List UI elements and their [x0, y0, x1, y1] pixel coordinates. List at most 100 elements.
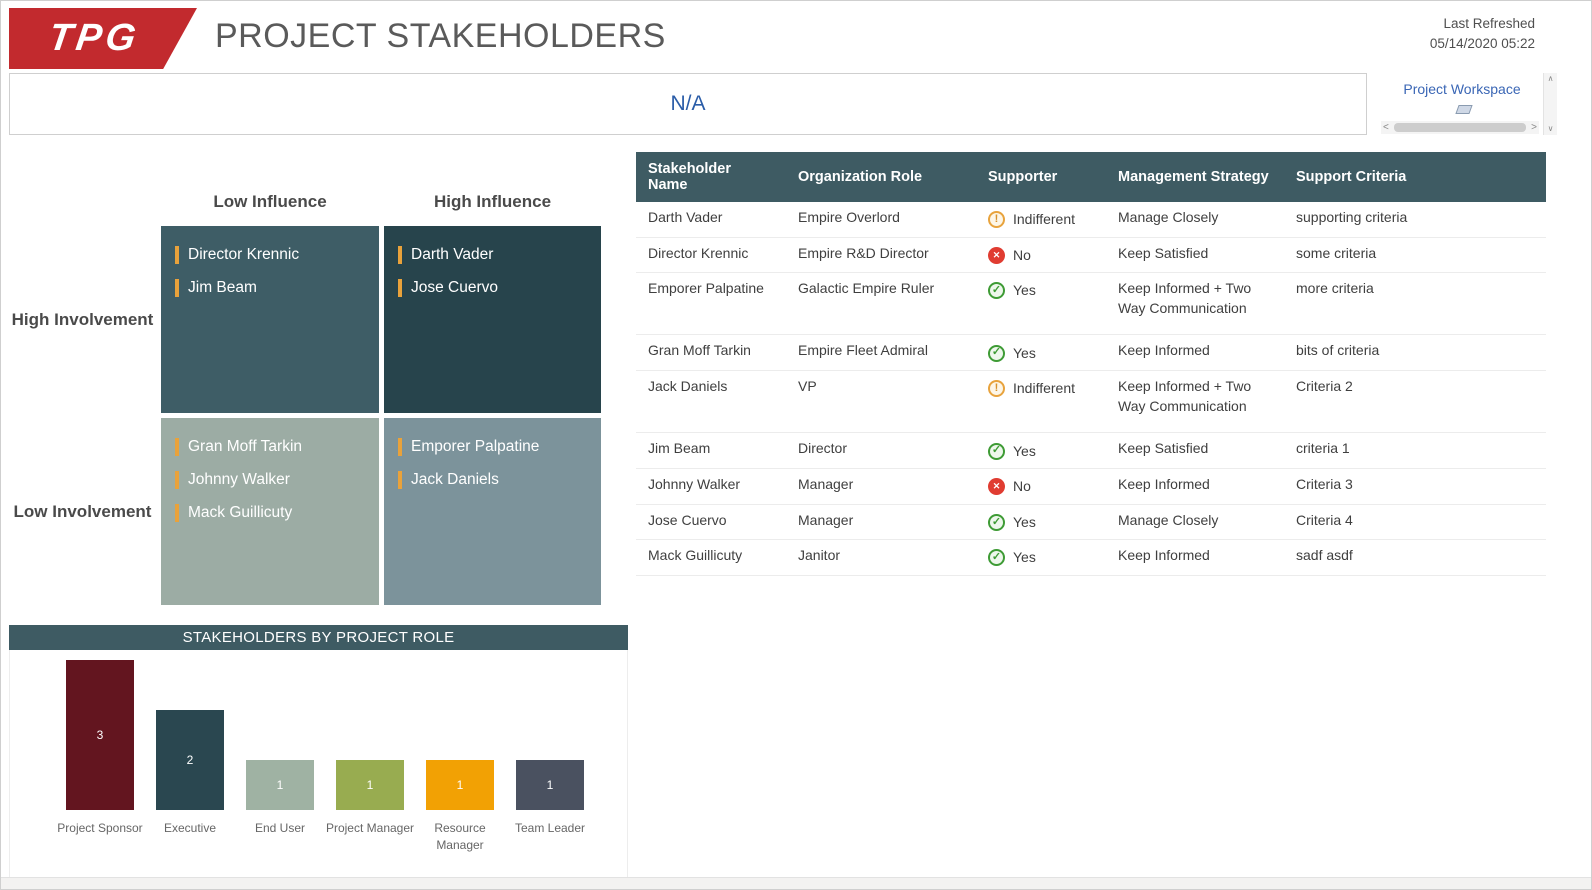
bar-resource-manager[interactable]: 1 [426, 760, 494, 810]
column-header-low-influence: Low Influence [213, 192, 327, 212]
bar-category-label: Project Manager [325, 821, 415, 835]
matrix-item[interactable]: Darth Vader [398, 238, 601, 271]
table-row[interactable]: Jack Daniels VP Indifferent Keep Informe… [636, 370, 1546, 434]
cell-management-strategy: Keep Informed + Two Way Communication [1106, 370, 1284, 434]
cell-stakeholder-name: Jose Cuervo [636, 504, 786, 541]
bar-category-label: Resource Manager [434, 821, 486, 853]
supporter-label: Yes [1013, 549, 1036, 566]
table-row[interactable]: Johnny Walker Manager No Keep Informed C… [636, 468, 1546, 505]
matrix-item[interactable]: Jim Beam [175, 271, 379, 304]
cell-management-strategy: Keep Informed [1106, 334, 1284, 372]
cell-management-strategy: Keep Satisfied [1106, 432, 1284, 470]
tpg-logo-text: TPG [46, 17, 143, 59]
slicer-selected-value[interactable]: N/A [670, 92, 705, 116]
bar-value-label: 1 [366, 778, 374, 792]
cell-support-criteria: supporting criteria [1284, 202, 1546, 238]
quadrant-high-involvement-high-influence: Darth Vader Jose Cuervo [384, 226, 601, 413]
cell-organization-role: Empire R&D Director [786, 237, 976, 274]
bar-value-label: 3 [96, 728, 104, 742]
cell-management-strategy: Keep Informed [1106, 468, 1284, 505]
supporter-label: No [1013, 477, 1031, 494]
cell-organization-role: Janitor [786, 539, 976, 577]
bar-project-sponsor[interactable]: 3 [66, 660, 134, 810]
cell-organization-role: Director [786, 432, 976, 470]
supporter-status-icon [988, 211, 1005, 229]
bar-value-label: 1 [456, 778, 464, 792]
tpg-logo: TPG [9, 8, 197, 69]
bar-column: 1 Team Leader [515, 760, 585, 835]
quadrant-low-involvement-high-influence: Emporer Palpatine Jack Daniels [384, 418, 601, 605]
cell-stakeholder-name: Director Krennic [636, 237, 786, 274]
matrix-corner-spacer [9, 141, 156, 221]
supporter-label: Yes [1013, 513, 1036, 530]
cell-management-strategy: Keep Informed + Two Way Communication [1106, 272, 1284, 336]
column-header-stakeholder-name[interactable]: Stakeholder Name [636, 152, 786, 202]
matrix-item[interactable]: Gran Moff Tarkin [175, 430, 379, 463]
accent-bar-icon [175, 470, 179, 489]
matrix-item[interactable]: Emporer Palpatine [398, 430, 601, 463]
accent-bar-icon [398, 278, 402, 297]
dashboard-canvas: TPG PROJECT STAKEHOLDERS Last Refreshed … [0, 0, 1592, 890]
matrix-item-label: Emporer Palpatine [411, 437, 540, 455]
accent-bar-icon [398, 470, 402, 489]
column-header-supporter[interactable]: Supporter [976, 152, 1106, 202]
scroll-down-icon[interactable]: ∨ [1546, 125, 1556, 133]
supporter-label: Indifferent [1013, 211, 1076, 228]
bar-team-leader[interactable]: 1 [516, 760, 584, 810]
matrix-item[interactable]: Jose Cuervo [398, 271, 601, 304]
selection-slicer[interactable]: N/A [9, 73, 1367, 135]
cell-stakeholder-name: Darth Vader [636, 202, 786, 238]
cell-organization-role: Empire Fleet Admiral [786, 334, 976, 372]
scroll-right-icon[interactable]: > [1529, 122, 1539, 133]
bar-value-label: 2 [186, 753, 194, 767]
accent-bar-icon [175, 278, 179, 297]
matrix-item[interactable]: Mack Guillicuty [175, 496, 379, 529]
bar-column: 3 Project Sponsor [57, 660, 143, 835]
table-row[interactable]: Gran Moff Tarkin Empire Fleet Admiral Ye… [636, 334, 1546, 372]
table-row[interactable]: Mack Guillicuty Janitor Yes Keep Informe… [636, 539, 1546, 577]
bar-end-user[interactable]: 1 [246, 760, 314, 810]
supporter-label: Yes [1013, 344, 1036, 361]
vertical-scrollbar[interactable]: ∧ ∨ [1543, 73, 1557, 135]
matrix-item[interactable]: Johnny Walker [175, 463, 379, 496]
column-header-organization-role[interactable]: Organization Role [786, 152, 976, 202]
cell-organization-role: VP [786, 370, 976, 434]
bottom-scrollbar-strip[interactable] [1, 877, 1591, 889]
scroll-up-icon[interactable]: ∧ [1546, 75, 1556, 83]
bar-column: 2 Executive [156, 710, 224, 835]
cell-organization-role: Manager [786, 468, 976, 505]
horizontal-scrollbar[interactable]: < > [1381, 121, 1539, 134]
table-row[interactable]: Director Krennic Empire R&D Director No … [636, 237, 1546, 274]
cell-organization-role: Empire Overlord [786, 202, 976, 238]
column-header-management-strategy[interactable]: Management Strategy [1106, 152, 1284, 202]
bar-project-manager[interactable]: 1 [336, 760, 404, 810]
accent-bar-icon [398, 245, 402, 264]
table-row[interactable]: Darth Vader Empire Overlord Indifferent … [636, 202, 1546, 238]
table-row[interactable]: Emporer Palpatine Galactic Empire Ruler … [636, 272, 1546, 336]
clear-filter-icon[interactable] [1455, 105, 1473, 114]
table-header-row: Stakeholder Name Organization Role Suppo… [636, 152, 1546, 202]
stakeholder-table: Stakeholder Name Organization Role Suppo… [636, 152, 1546, 876]
accent-bar-icon [175, 503, 179, 522]
table-row[interactable]: Jim Beam Director Yes Keep Satisfied cri… [636, 432, 1546, 470]
matrix-item-label: Jose Cuervo [411, 278, 499, 296]
quadrant-high-involvement-low-influence: Director Krennic Jim Beam [161, 226, 379, 413]
bar-column: 1 Resource Manager [426, 760, 494, 852]
page-title: PROJECT STAKEHOLDERS [215, 17, 666, 55]
table-row[interactable]: Jose Cuervo Manager Yes Manage Closely C… [636, 504, 1546, 541]
matrix-item-label: Johnny Walker [188, 470, 290, 488]
scrollbar-thumb[interactable] [1393, 123, 1527, 132]
workspace-label[interactable]: Project Workspace [1387, 81, 1537, 97]
accent-bar-icon [398, 437, 402, 456]
cell-supporter: Yes [976, 432, 1106, 470]
bar-executive[interactable]: 2 [156, 710, 224, 810]
bar-column: 1 End User [246, 760, 314, 835]
matrix-item[interactable]: Jack Daniels [398, 463, 601, 496]
supporter-status-icon [988, 513, 1005, 531]
cell-support-criteria: bits of criteria [1284, 334, 1546, 372]
cell-supporter: Yes [976, 504, 1106, 541]
column-header-support-criteria[interactable]: Support Criteria [1284, 152, 1546, 202]
matrix-item[interactable]: Director Krennic [175, 238, 379, 271]
scroll-left-icon[interactable]: < [1381, 122, 1391, 133]
supporter-label: Yes [1013, 442, 1036, 459]
